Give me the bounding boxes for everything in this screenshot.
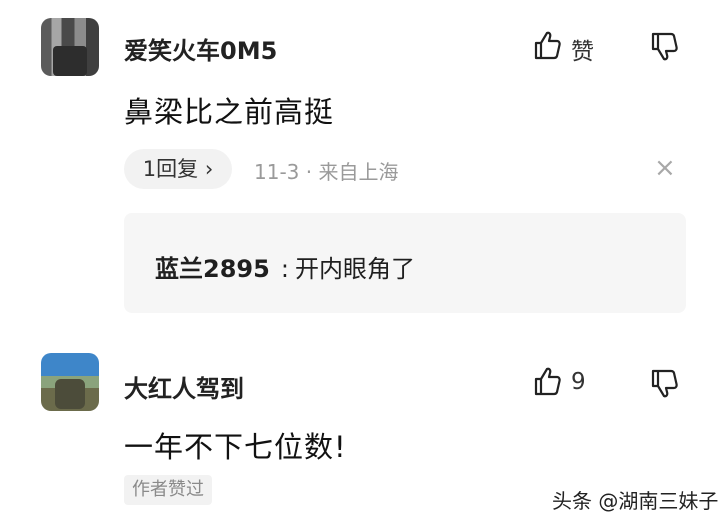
close-icon[interactable]: × — [654, 155, 676, 181]
replies-button[interactable]: 1回复 › — [124, 149, 232, 189]
thumbs-down-icon[interactable] — [650, 369, 678, 399]
watermark: 头条 @湖南三妹子 — [552, 489, 719, 513]
comment-text: 鼻梁比之前高挺 — [124, 95, 335, 129]
reply-preview[interactable]: 蓝兰2895 : 开内眼角了 — [124, 213, 686, 313]
thumbs-up-icon[interactable] — [533, 366, 561, 396]
username[interactable]: 爱笑火车0M5 — [124, 31, 277, 66]
reply-separator: : — [280, 255, 289, 283]
avatar[interactable] — [41, 18, 99, 76]
reply-author[interactable]: 蓝兰2895 — [155, 255, 270, 283]
comment-meta: 11-3 · 来自上海 — [254, 160, 399, 184]
thumbs-down-icon[interactable] — [650, 32, 678, 62]
like-label[interactable]: 赞 — [571, 32, 594, 66]
author-liked-badge: 作者赞过 — [124, 475, 212, 505]
like-count[interactable]: 9 — [571, 369, 586, 395]
comment-text: 一年不下七位数! — [124, 430, 347, 464]
thumbs-up-icon[interactable] — [533, 30, 561, 60]
avatar[interactable] — [41, 353, 99, 411]
username[interactable]: 大红人驾到 — [124, 369, 244, 404]
reply-text: 开内眼角了 — [294, 255, 415, 283]
